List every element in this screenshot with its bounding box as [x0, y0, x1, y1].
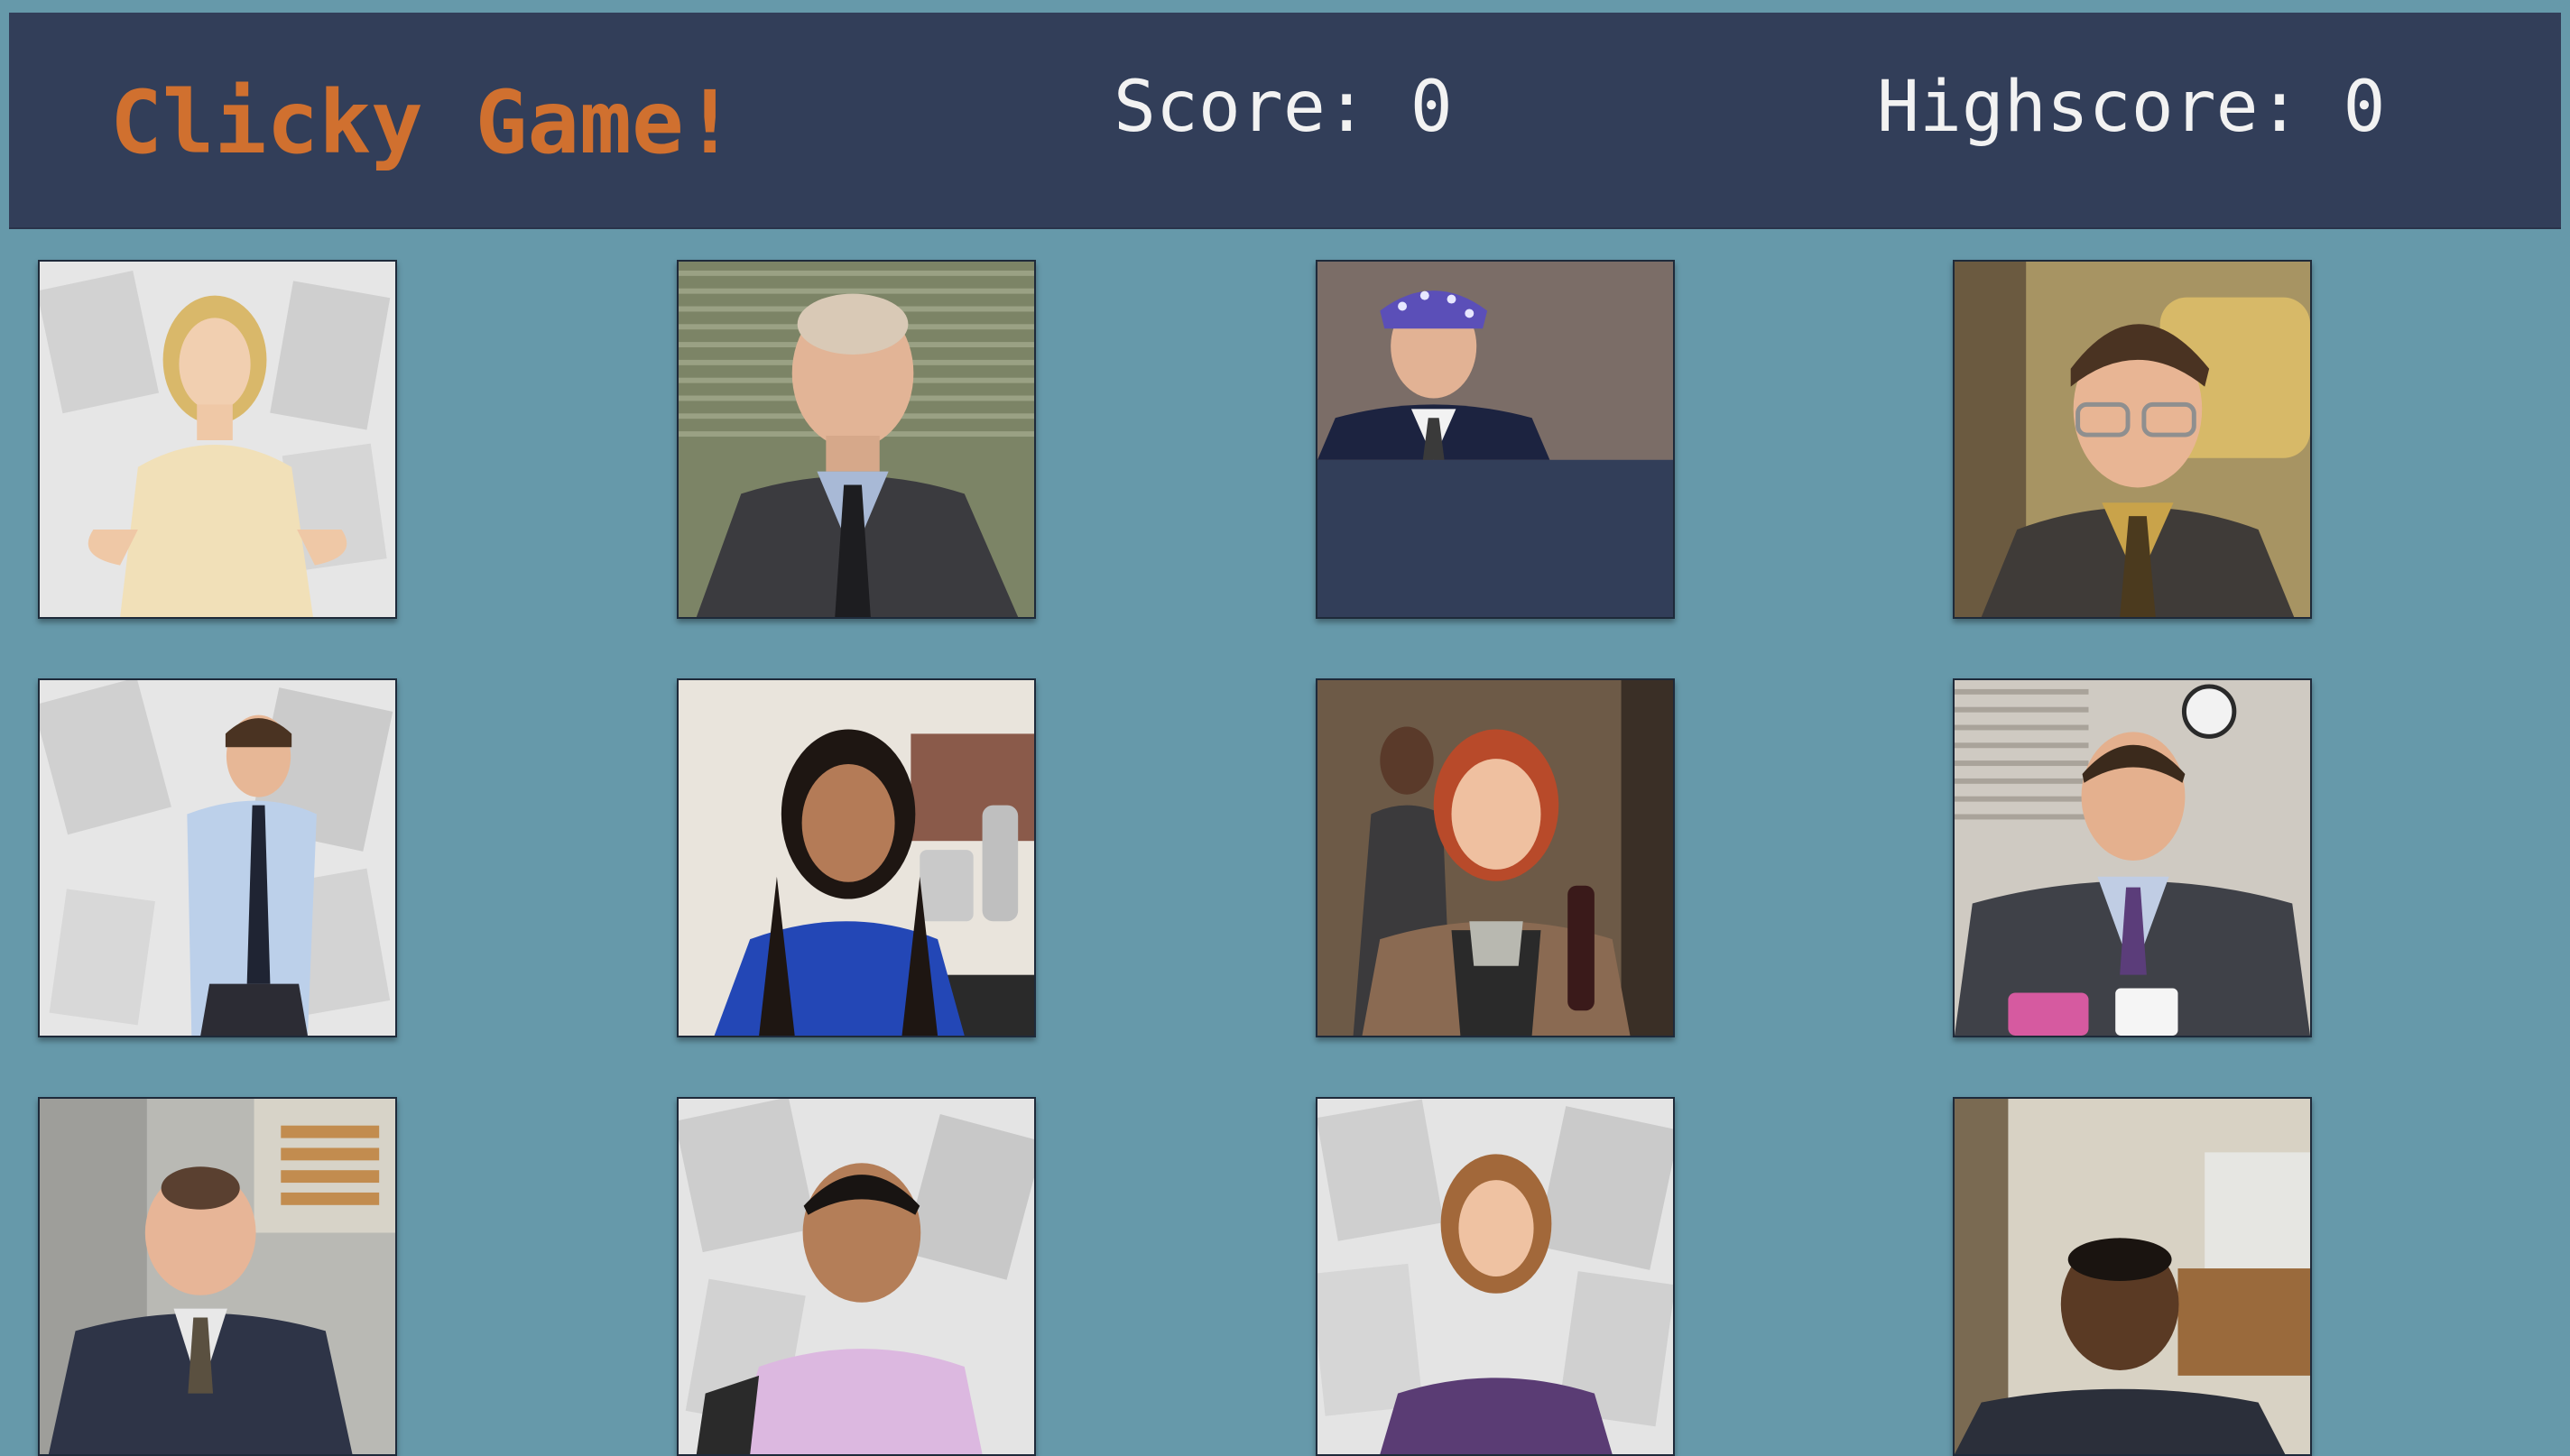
card-prison-mike[interactable]: [1316, 260, 1675, 619]
kelly-photo: [679, 680, 1034, 1036]
card-meredith[interactable]: [1316, 678, 1675, 1037]
michael-photo: [1955, 680, 2310, 1036]
card-grid: [0, 0, 2570, 1456]
jim-photo: [40, 680, 395, 1036]
card-dwight[interactable]: [1953, 260, 2312, 619]
card-pam[interactable]: [1316, 1097, 1675, 1456]
creed-photo: [679, 262, 1034, 617]
card-angela[interactable]: [38, 260, 397, 619]
oscar-photo: [679, 1099, 1034, 1454]
card-oscar[interactable]: [677, 1097, 1036, 1456]
angela-photo: [40, 262, 395, 617]
card-jim[interactable]: [38, 678, 397, 1037]
prison-mike-photo: [1317, 262, 1673, 617]
pam-photo: [1317, 1099, 1673, 1454]
card-kevin[interactable]: [38, 1097, 397, 1456]
card-michael[interactable]: [1953, 678, 2312, 1037]
stanley-photo: [1955, 1099, 2310, 1454]
card-creed[interactable]: [677, 260, 1036, 619]
kevin-photo: [40, 1099, 395, 1454]
card-kelly[interactable]: [677, 678, 1036, 1037]
meredith-photo: [1317, 680, 1673, 1036]
card-stanley[interactable]: [1953, 1097, 2312, 1456]
dwight-photo: [1955, 262, 2310, 617]
